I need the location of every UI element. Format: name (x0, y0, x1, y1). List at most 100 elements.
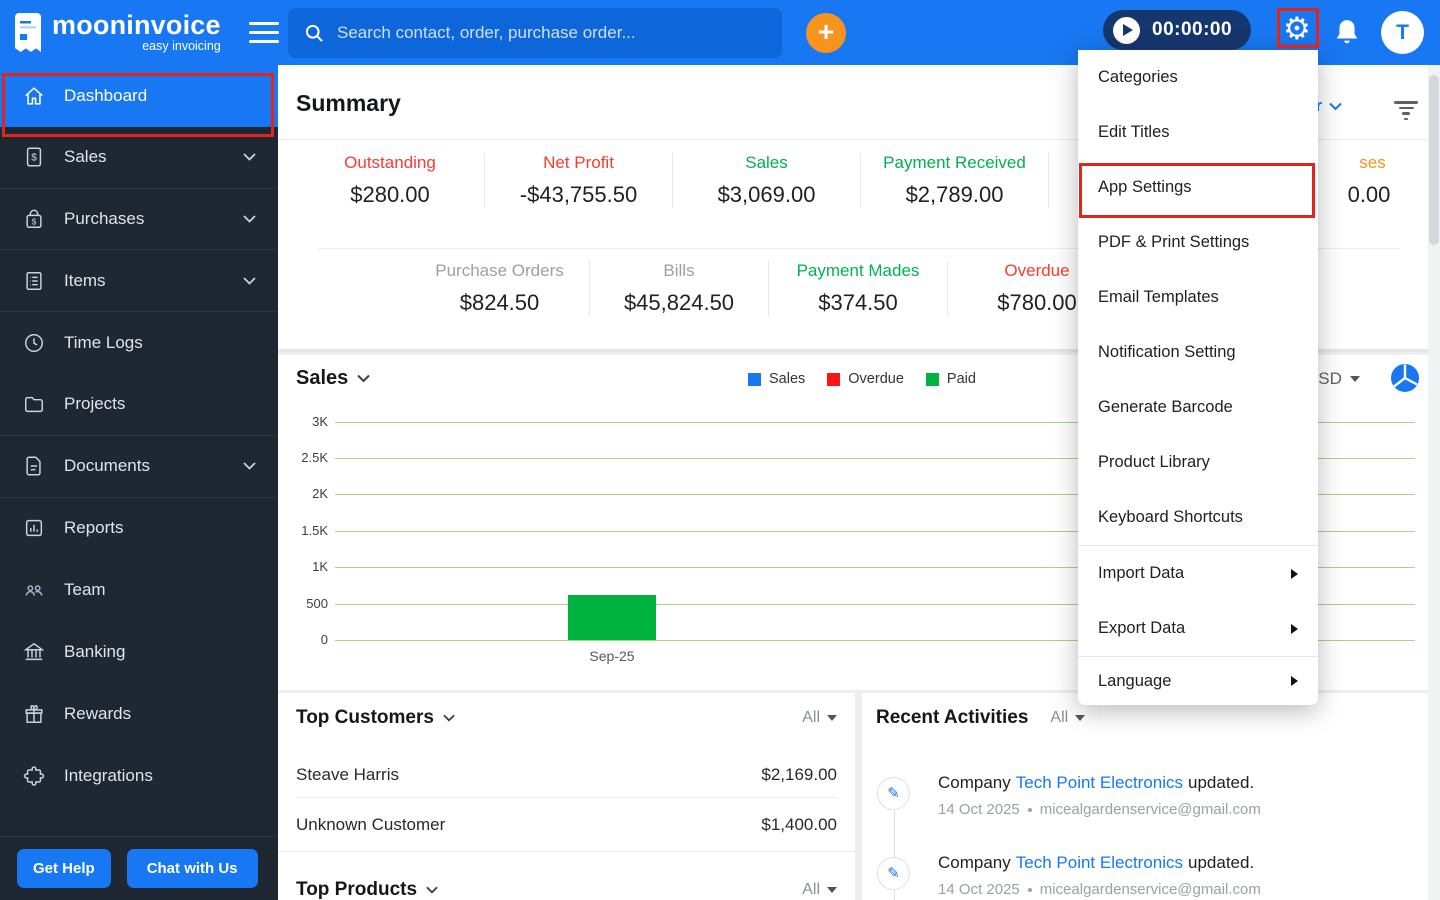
stat-value: $3,069.00 (717, 182, 816, 207)
card-title-label: Top Customers (296, 707, 434, 728)
menu-item-categories[interactable]: Categories (1078, 50, 1318, 105)
row-divider (296, 797, 837, 798)
filter-icon[interactable] (1393, 98, 1419, 123)
document-icon (22, 454, 46, 478)
get-help-button[interactable]: Get Help (17, 849, 111, 888)
customer-row[interactable]: Steave Harris $2,169.00 (296, 765, 837, 785)
menu-item-import-data[interactable]: Import Data (1078, 546, 1318, 601)
y-tick: 1K (312, 559, 328, 574)
sidebar-item-label: Documents (64, 456, 150, 476)
shopping-bag-icon: $ (22, 207, 46, 231)
user-avatar[interactable]: T (1381, 11, 1424, 54)
card-title-label: Top Products (296, 879, 418, 900)
top-customers-title-selector[interactable]: Top Customers (296, 707, 455, 729)
brand-logo[interactable]: mooninvoice easy invoicing (12, 12, 221, 54)
notifications-bell-icon[interactable] (1334, 18, 1360, 46)
stat-label: Purchase Orders (435, 261, 564, 280)
brand-tagline: easy invoicing (142, 39, 221, 53)
sidebar-item-rewards[interactable]: Rewards (0, 683, 278, 745)
menu-item-app-settings[interactable]: App Settings (1078, 160, 1318, 215)
stat-payment-mades: Payment Mades $374.50 (768, 261, 947, 316)
scrollbar-thumb[interactable] (1429, 75, 1439, 245)
menu-item-product-library[interactable]: Product Library (1078, 435, 1318, 490)
activity-company-link[interactable]: Tech Point Electronics (1016, 773, 1183, 793)
card-title-label: Recent Activities (876, 707, 1029, 728)
sidebar-item-purchases[interactable]: $ Purchases (0, 189, 278, 251)
home-icon (22, 84, 46, 108)
menu-item-label: Language (1098, 671, 1172, 690)
top-customers-filter[interactable]: All (802, 709, 837, 727)
caret-down-icon (827, 715, 837, 721)
legend-item-overdue: Overdue (827, 371, 904, 387)
chevron-down-icon (443, 714, 455, 722)
chart-title: Sales (296, 367, 349, 389)
sidebar-item-sales[interactable]: $ Sales (0, 127, 278, 189)
menu-item-label: Import Data (1098, 564, 1185, 582)
stat-outstanding: Outstanding $280.00 (296, 153, 484, 208)
stat-label: Outstanding (344, 153, 436, 172)
sidebar-item-label: Team (64, 580, 106, 600)
settings-gear-icon[interactable]: ⚙ (1283, 9, 1311, 49)
scrollbar-track[interactable] (1428, 65, 1440, 900)
menu-item-notification-setting[interactable]: Notification Setting (1078, 325, 1318, 380)
menu-item-generate-barcode[interactable]: Generate Barcode (1078, 380, 1318, 435)
y-tick: 3K (312, 414, 328, 429)
brand-name: mooninvoice (52, 10, 221, 40)
menu-item-language[interactable]: Language (1078, 657, 1318, 705)
sidebar-item-time-logs[interactable]: Time Logs (0, 312, 278, 374)
activity-company-link[interactable]: Tech Point Electronics (1016, 853, 1183, 873)
top-products-header: Top Products All (278, 865, 855, 900)
add-new-button[interactable]: + (806, 13, 846, 53)
app-window: mooninvoice easy invoicing + 00:00:00 ⚙ … (0, 0, 1440, 900)
team-people-icon (22, 578, 46, 602)
top-products-title-selector[interactable]: Top Products (296, 879, 438, 900)
search-input[interactable] (337, 23, 766, 43)
stat-bills: Bills $45,824.50 (589, 261, 768, 316)
sidebar-item-dashboard[interactable]: Dashboard (0, 65, 278, 127)
menu-item-edit-titles[interactable]: Edit Titles (1078, 105, 1318, 160)
sidebar-item-integrations[interactable]: Integrations (0, 745, 278, 807)
play-icon[interactable] (1113, 16, 1140, 44)
sidebar-item-label: Reports (64, 518, 124, 538)
sidebar-item-documents[interactable]: Documents (0, 436, 278, 498)
caret-down-icon (1075, 715, 1086, 721)
search-bar[interactable] (288, 8, 782, 58)
menu-item-label: Export Data (1098, 619, 1186, 637)
menu-item-pdf-print-settings[interactable]: PDF & Print Settings (1078, 215, 1318, 270)
sidebar-footer: Get Help Chat with Us (0, 836, 278, 900)
sidebar-item-projects[interactable]: Projects (0, 374, 278, 436)
customer-amount: $1,400.00 (761, 815, 837, 834)
chevron-down-icon (357, 374, 370, 383)
sidebar-item-items[interactable]: Items (0, 250, 278, 313)
activity-suffix: updated. (1188, 773, 1255, 792)
legend-item-sales: Sales (748, 371, 805, 387)
menu-item-export-data[interactable]: Export Data (1078, 601, 1318, 656)
chat-with-us-button[interactable]: Chat with Us (126, 849, 258, 888)
sidebar-item-banking[interactable]: Banking (0, 621, 278, 683)
sidebar-item-team[interactable]: Team (0, 559, 278, 621)
chart-title-selector[interactable]: Sales (296, 367, 370, 390)
svg-text:$: $ (31, 153, 37, 164)
hamburger-menu-icon[interactable] (248, 16, 279, 49)
summary-stats-row-2: Purchase Orders $824.50 Bills $45,824.50… (410, 261, 1126, 316)
customer-row[interactable]: Unknown Customer $1,400.00 (296, 815, 837, 835)
activity-email: micealgardenservice@gmail.com (1039, 801, 1261, 818)
menu-item-keyboard-shortcuts[interactable]: Keyboard Shortcuts (1078, 490, 1318, 545)
y-tick: 2.5K (301, 450, 328, 465)
stat-label: Sales (745, 153, 788, 172)
timer-value: 00:00:00 (1152, 19, 1233, 40)
menu-item-email-templates[interactable]: Email Templates (1078, 270, 1318, 325)
dot-separator (1027, 887, 1032, 892)
legend-label: Paid (946, 371, 976, 387)
top-products-filter[interactable]: All (802, 881, 837, 899)
sidebar-item-label: Purchases (64, 208, 145, 228)
recent-activities-filter[interactable]: All (1050, 709, 1086, 727)
stat-label: Bills (663, 261, 695, 280)
caret-down-icon (827, 887, 837, 893)
stat-value: $824.50 (459, 290, 540, 315)
pie-chart-toggle-icon[interactable] (1390, 363, 1420, 393)
customer-name: Steave Harris (296, 765, 399, 784)
sidebar-item-reports[interactable]: Reports (0, 498, 278, 560)
sidebar-item-label: Projects (64, 394, 126, 414)
timer-widget[interactable]: 00:00:00 (1103, 10, 1251, 50)
